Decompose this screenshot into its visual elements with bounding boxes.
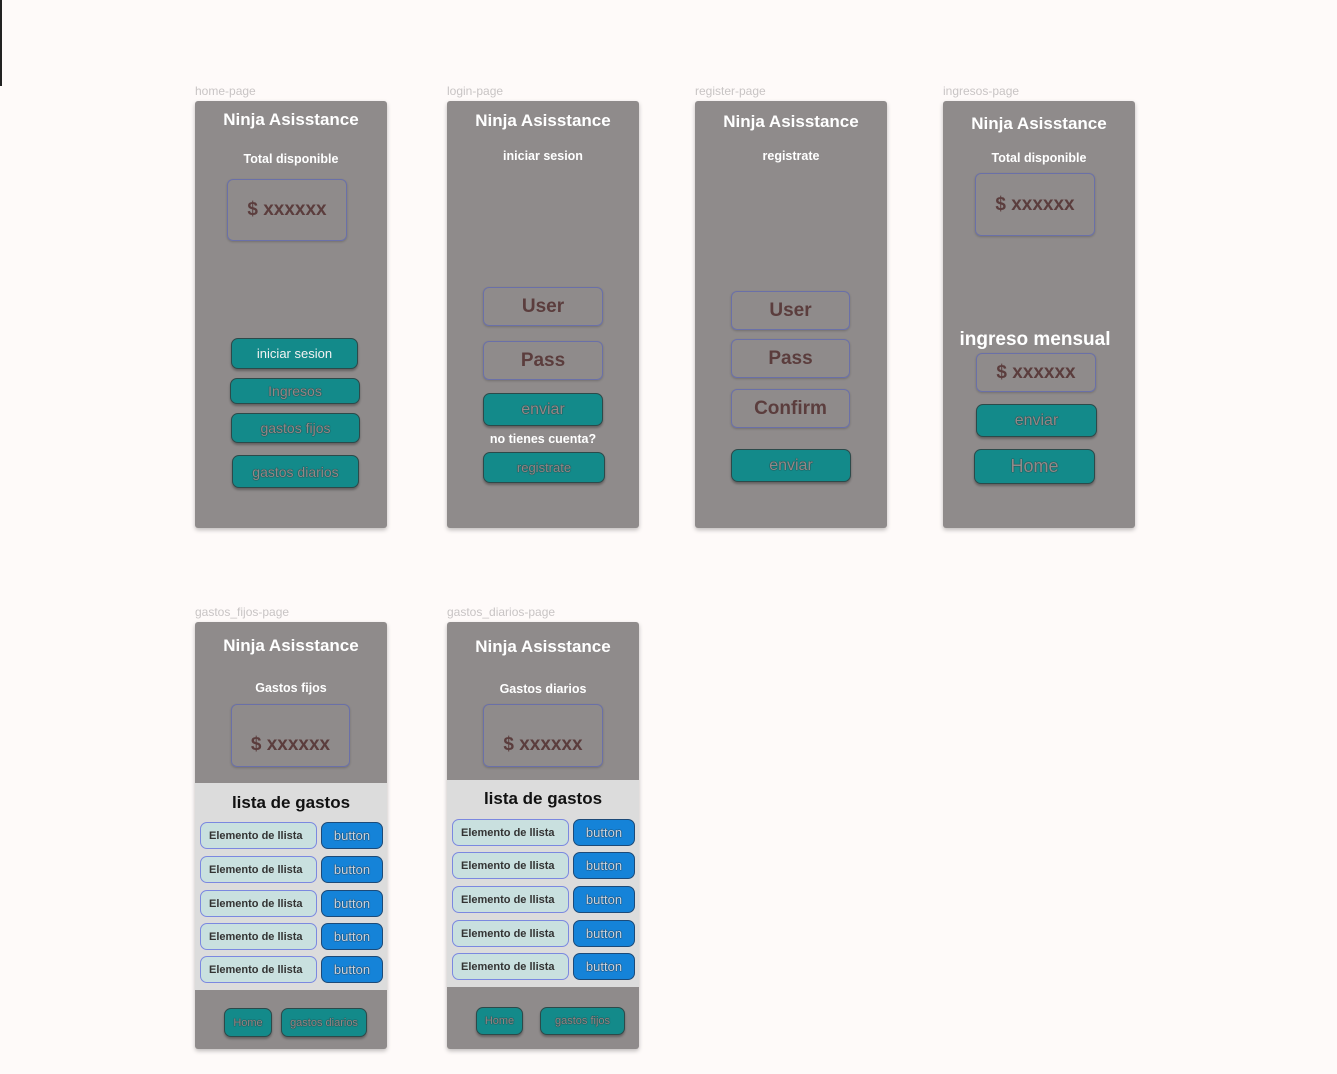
app-title: Ninja Asisstance	[475, 111, 611, 130]
app-title: Ninja Asisstance	[223, 636, 359, 655]
user-field[interactable]: User	[731, 291, 850, 330]
app-title: Ninja Asisstance	[971, 114, 1107, 133]
list-item: Elemento de llista	[452, 852, 569, 879]
frame-label: home-page	[195, 84, 256, 98]
subtitle: registrate	[762, 149, 820, 163]
gastos-diarios-page-frame[interactable]: Ninja Asisstance Gastos diarios $ xxxxxx…	[447, 622, 639, 1049]
monthly-income-field[interactable]: $ xxxxxx	[976, 353, 1096, 392]
list-item: Elemento de llista	[200, 890, 317, 917]
enviar-button[interactable]: enviar	[483, 393, 603, 426]
home-button[interactable]: Home	[974, 449, 1095, 484]
no-account-text: no tienes cuenta?	[489, 432, 597, 446]
list-item-button[interactable]: button	[321, 856, 383, 883]
app-title: Ninja Asisstance	[475, 637, 611, 656]
gastos-fijos-button[interactable]: gastos fijos	[231, 413, 360, 443]
iniciar-sesion-button[interactable]: iniciar sesion	[231, 338, 358, 369]
list-item-button[interactable]: button	[321, 956, 383, 983]
frame-label: ingresos-page	[943, 84, 1020, 98]
list-item: Elemento de llista	[452, 953, 569, 980]
monthly-income-label: ingreso mensual	[959, 329, 1111, 350]
total-box: $ xxxxxx	[483, 704, 603, 767]
gastos-fijos-button[interactable]: gastos fijos	[540, 1007, 625, 1035]
app-title: Ninja Asisstance	[223, 110, 359, 129]
frame-label: register-page	[695, 84, 766, 98]
list-item-button[interactable]: button	[573, 819, 635, 846]
user-field[interactable]: User	[483, 287, 603, 326]
home-button[interactable]: Home	[476, 1007, 523, 1035]
login-page-frame[interactable]: Ninja Asisstance iniciar sesion User Pas…	[447, 101, 639, 528]
subtitle: Gastos diarios	[499, 682, 587, 696]
registrate-button[interactable]: registrate	[483, 452, 605, 483]
total-box: $ xxxxxx	[975, 173, 1095, 236]
frame-label: gastos_fijos-page	[195, 605, 290, 619]
frame-label: gastos_diarios-page	[447, 605, 556, 619]
home-button[interactable]: Home	[224, 1008, 272, 1037]
list-title: lista de gastos	[483, 789, 603, 808]
list-item: Elemento de llista	[200, 856, 317, 883]
register-page-frame[interactable]: Ninja Asisstance registrate User Pass Co…	[695, 101, 887, 528]
list-item-button[interactable]: button	[573, 886, 635, 913]
enviar-button[interactable]: enviar	[976, 404, 1097, 437]
list-item: Elemento de llista	[452, 819, 569, 846]
gastos-diarios-button[interactable]: gastos diarios	[232, 455, 359, 488]
subtitle: Total disponible	[991, 151, 1087, 165]
gastos-diarios-button[interactable]: gastos diarios	[281, 1008, 367, 1037]
pass-field[interactable]: Pass	[483, 341, 603, 380]
list-item-button[interactable]: button	[321, 822, 383, 849]
pass-field[interactable]: Pass	[731, 339, 850, 378]
home-page-frame[interactable]: Ninja Asisstance Total disponible $ xxxx…	[195, 101, 387, 528]
enviar-button[interactable]: enviar	[731, 449, 851, 482]
list-item: Elemento de llista	[452, 886, 569, 913]
canvas-edge	[0, 0, 2, 86]
list-item-button[interactable]: button	[573, 953, 635, 980]
list-item-button[interactable]: button	[573, 852, 635, 879]
list-item: Elemento de llista	[200, 822, 317, 849]
app-title: Ninja Asisstance	[723, 112, 859, 131]
subtitle: Gastos fijos	[255, 681, 327, 695]
list-item-button[interactable]: button	[321, 923, 383, 950]
confirm-field[interactable]: Confirm	[731, 389, 850, 428]
ingresos-button[interactable]: Ingresos	[230, 378, 360, 404]
list-item: Elemento de llista	[452, 920, 569, 947]
total-box: $ xxxxxx	[227, 179, 347, 241]
subtitle: iniciar sesion	[503, 149, 583, 163]
list-item-button[interactable]: button	[573, 920, 635, 947]
total-box: $ xxxxxx	[231, 704, 350, 767]
frame-label: login-page	[447, 84, 504, 98]
subtitle: Total disponible	[243, 152, 339, 166]
list-item-button[interactable]: button	[321, 890, 383, 917]
gastos-fijos-page-frame[interactable]: Ninja Asisstance Gastos fijos $ xxxxxx l…	[195, 622, 387, 1049]
list-item: Elemento de llista	[200, 956, 317, 983]
list-item: Elemento de llista	[200, 923, 317, 950]
ingresos-page-frame[interactable]: Ninja Asisstance Total disponible $ xxxx…	[943, 101, 1135, 528]
list-title: lista de gastos	[231, 793, 351, 812]
